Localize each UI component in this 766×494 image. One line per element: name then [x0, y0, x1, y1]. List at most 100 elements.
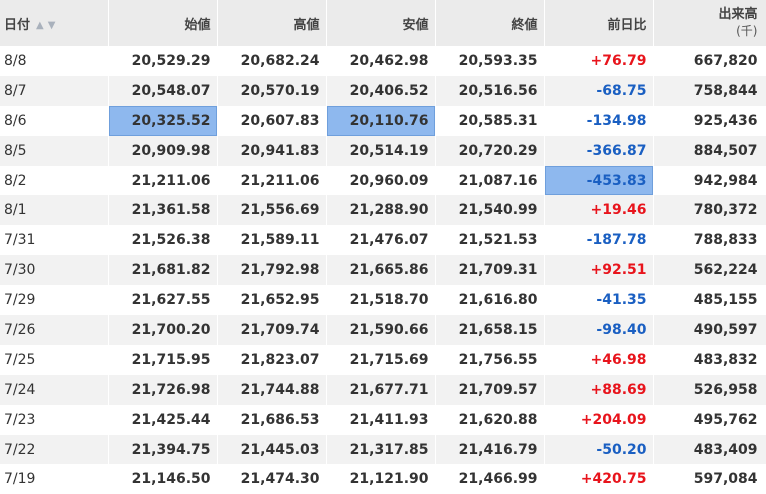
cell-volume: 490,597: [653, 315, 766, 345]
table-row: 8/8 20,529.29 20,682.24 20,462.98 20,593.35 +…: [0, 46, 766, 76]
cell-change: -453.83: [544, 165, 654, 196]
cell-close: 21,756.55: [435, 344, 545, 375]
cell-date: 8/6: [0, 105, 109, 136]
table-row: 7/26 21,700.20 21,709.74 21,590.66 21,658.15…: [0, 315, 766, 345]
table-row: 8/1 21,361.58 21,556.69 21,288.90 21,540.99 +…: [0, 195, 766, 226]
cell-high: 21,823.07: [217, 344, 327, 375]
cell-volume: 884,507: [653, 135, 766, 166]
column-header-open[interactable]: 始値: [108, 0, 218, 46]
cell-low: 21,411.93: [326, 404, 436, 435]
table-row: 7/29 21,627.55 21,652.95 21,518.70 21,616.80…: [0, 285, 766, 316]
cell-date: 7/25: [0, 344, 109, 375]
cell-high: 20,570.19: [217, 75, 327, 106]
cell-volume: 942,984: [653, 165, 766, 196]
cell-date: 8/5: [0, 135, 109, 166]
table-body: 8/8 20,529.29 20,682.24 20,462.98 20,593.35 +…: [0, 46, 766, 494]
header-row: 日付 ▲▼ 始値 高値 安値 終値 前日比 出来高 (千): [0, 0, 766, 46]
cell-date: 7/24: [0, 374, 109, 405]
cell-date: 8/7: [0, 75, 109, 106]
cell-open: 21,715.95: [108, 344, 218, 375]
cell-high: 21,709.74: [217, 315, 327, 345]
cell-open: 21,627.55: [108, 285, 218, 316]
cell-close: 20,516.56: [435, 75, 545, 106]
table-row: 8/2 21,211.06 21,211.06 20,960.09 21,087.16-…: [0, 165, 766, 196]
cell-change: +46.98: [544, 344, 654, 375]
cell-low: 21,677.71: [326, 374, 436, 405]
price-history-table: 日付 ▲▼ 始値 高値 安値 終値 前日比 出来高 (千) 8/8 20,529.29…: [0, 0, 766, 494]
cell-high: 21,556.69: [217, 195, 327, 226]
cell-close: 21,658.15: [435, 315, 545, 345]
cell-volume: 597,084: [653, 464, 766, 494]
cell-change: +92.51: [544, 255, 654, 286]
table-row: 7/19 21,146.50 21,474.30 21,121.90 21,466.99…: [0, 464, 766, 494]
cell-change: -366.87: [544, 135, 654, 166]
cell-volume: 780,372: [653, 195, 766, 226]
cell-volume: 562,224: [653, 255, 766, 286]
cell-volume: 925,436: [653, 105, 766, 136]
cell-close: 21,521.53: [435, 225, 545, 256]
cell-high: 21,652.95: [217, 285, 327, 316]
cell-high: 20,682.24: [217, 46, 327, 76]
table-row: 7/25 21,715.95 21,823.07 21,715.69 21,756.55…: [0, 344, 766, 375]
table-row: 7/22 21,394.75 21,445.03 21,317.85 21,416.79…: [0, 434, 766, 465]
cell-close: 21,709.31: [435, 255, 545, 286]
cell-open: 21,681.82: [108, 255, 218, 286]
cell-open: 21,700.20: [108, 315, 218, 345]
cell-change: -41.35: [544, 285, 654, 316]
cell-volume: 483,409: [653, 434, 766, 465]
cell-high: 20,607.83: [217, 105, 327, 136]
cell-date: 8/2: [0, 165, 109, 196]
cell-low: 20,514.19: [326, 135, 436, 166]
cell-open: 21,425.44: [108, 404, 218, 435]
cell-close: 21,616.80: [435, 285, 545, 316]
cell-change: +420.75: [544, 464, 654, 494]
cell-high: 21,211.06: [217, 165, 327, 196]
cell-high: 20,941.83: [217, 135, 327, 166]
cell-close: 21,540.99: [435, 195, 545, 226]
cell-high: 21,445.03: [217, 434, 327, 465]
cell-low: 21,288.90: [326, 195, 436, 226]
cell-close: 20,585.31: [435, 105, 545, 136]
cell-low: 20,462.98: [326, 46, 436, 76]
cell-change: -68.75: [544, 75, 654, 106]
table-row: 7/23 21,425.44 21,686.53 21,411.93 21,620.88…: [0, 404, 766, 435]
cell-change: -98.40: [544, 315, 654, 345]
column-header-date[interactable]: 日付 ▲▼: [0, 0, 109, 46]
table-row: 7/31 21,526.38 21,589.11 21,476.07 21,521.53…: [0, 225, 766, 256]
column-header-high[interactable]: 高値: [217, 0, 327, 46]
cell-volume: 788,833: [653, 225, 766, 256]
cell-open: 20,548.07: [108, 75, 218, 106]
cell-low: 21,590.66: [326, 315, 436, 345]
cell-change: -187.78: [544, 225, 654, 256]
cell-date: 8/8: [0, 46, 109, 76]
cell-date: 7/26: [0, 315, 109, 345]
cell-open: 20,909.98: [108, 135, 218, 166]
cell-volume: 483,832: [653, 344, 766, 375]
cell-close: 20,720.29: [435, 135, 545, 166]
cell-date: 7/29: [0, 285, 109, 316]
cell-date: 7/19: [0, 464, 109, 494]
cell-close: 21,620.88: [435, 404, 545, 435]
column-header-date-label: 日付: [4, 17, 31, 33]
column-header-change[interactable]: 前日比: [544, 0, 654, 46]
cell-close: 21,087.16: [435, 165, 545, 196]
column-header-low[interactable]: 安値: [326, 0, 436, 46]
table-row: 7/30 21,681.82 21,792.98 21,665.86 21,709.31…: [0, 255, 766, 286]
column-header-volume[interactable]: 出来高 (千): [653, 0, 766, 46]
column-header-volume-label: 出来高: [718, 7, 758, 22]
cell-change: +88.69: [544, 374, 654, 405]
cell-volume: 495,762: [653, 404, 766, 435]
cell-high: 21,474.30: [217, 464, 327, 494]
sort-arrows-icon[interactable]: ▲▼: [36, 20, 59, 31]
cell-volume: 667,820: [653, 46, 766, 76]
cell-open: 21,726.98: [108, 374, 218, 405]
cell-low: 20,406.52: [326, 75, 436, 106]
cell-change: +19.46: [544, 195, 654, 226]
cell-high: 21,744.88: [217, 374, 327, 405]
cell-open: 21,211.06: [108, 165, 218, 196]
cell-low: 20,960.09: [326, 165, 436, 196]
table-row: 8/6 20,325.52 20,607.83 20,110.76 20,585.31-…: [0, 105, 766, 136]
cell-low: 21,476.07: [326, 225, 436, 256]
column-header-close[interactable]: 終値: [435, 0, 545, 46]
cell-high: 21,686.53: [217, 404, 327, 435]
